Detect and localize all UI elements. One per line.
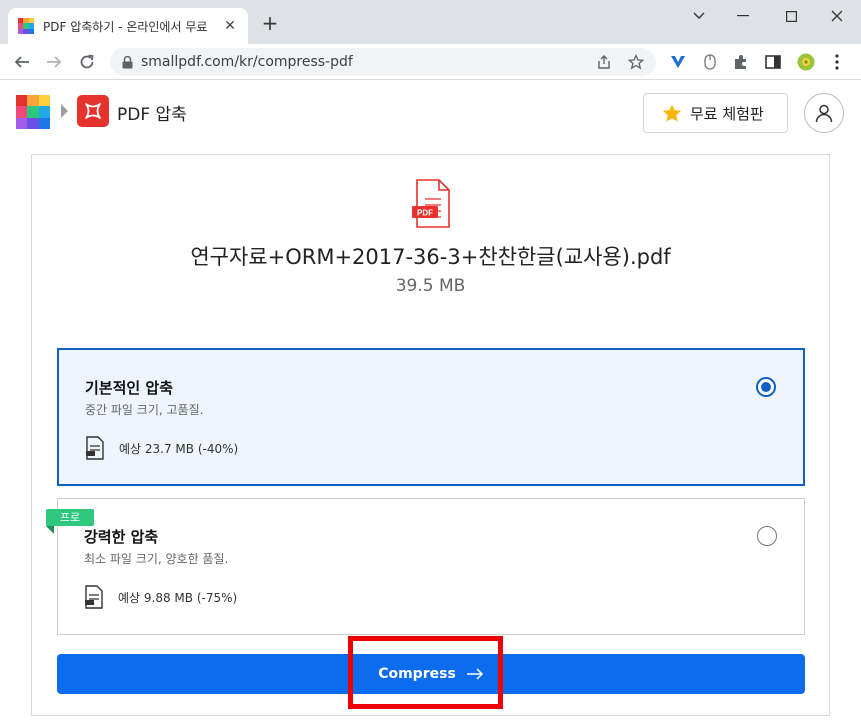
new-tab-icon[interactable]: + (258, 12, 282, 36)
page-content: PDF 압축 무료 체험판 PDF 연구자료+ORM+2017-36-3+찬찬한… (0, 81, 861, 724)
radio-button-unselected[interactable] (757, 526, 777, 546)
browser-titlebar: PDF 압축하기 - 온라인에서 무료 ✕ + (0, 0, 861, 44)
strong-compression-option[interactable]: 강력한 압축 최소 파일 크기, 양호한 품질. 예상 9.88 MB (-75… (57, 498, 805, 635)
compress-button[interactable]: Compress (57, 654, 805, 694)
option-description: 최소 파일 크기, 양호한 품질. (84, 552, 229, 566)
arrow-right-icon (466, 668, 484, 680)
share-icon[interactable] (596, 54, 612, 70)
basic-compression-option[interactable]: 기본적인 압축 중간 파일 크기, 고품질. 예상 23.7 MB (-40%) (57, 348, 805, 486)
estimate-text: 예상 23.7 MB (-40%) (119, 441, 239, 456)
minimize-icon[interactable] (721, 0, 765, 32)
breadcrumb-arrow-icon (61, 104, 68, 118)
compress-tool-icon[interactable] (77, 95, 109, 127)
extension-mouse-icon[interactable] (700, 52, 720, 72)
tab-search-icon[interactable] (677, 0, 721, 32)
profile-avatar-icon[interactable] (796, 52, 816, 72)
pdf-document-icon (85, 585, 103, 609)
pdf-document-icon (86, 436, 104, 460)
free-trial-button[interactable]: 무료 체험판 (643, 93, 788, 133)
address-bar[interactable]: smallpdf.com/kr/compress-pdf (110, 48, 656, 76)
pro-badge-fold (46, 526, 54, 534)
extensions-puzzle-icon[interactable] (731, 52, 751, 72)
tab-title: PDF 압축하기 - 온라인에서 무료 (43, 19, 208, 34)
smallpdf-favicon-icon (18, 18, 34, 34)
radio-button-selected[interactable] (756, 377, 776, 397)
user-account-icon[interactable] (804, 93, 844, 133)
estimate-text: 예상 9.88 MB (-75%) (118, 590, 238, 605)
browser-toolbar: smallpdf.com/kr/compress-pdf (0, 44, 861, 80)
option-description: 중간 파일 크기, 고품질. (85, 403, 204, 417)
free-trial-label: 무료 체험판 (690, 104, 764, 123)
option-title: 기본적인 압축 (85, 379, 174, 397)
browser-tab[interactable]: PDF 압축하기 - 온라인에서 무료 ✕ (8, 8, 248, 44)
pro-badge: 프로 (46, 509, 94, 526)
maximize-icon[interactable] (769, 0, 813, 32)
smallpdf-logo[interactable] (16, 95, 50, 129)
svg-text:PDF: PDF (417, 209, 433, 218)
forward-arrow-icon[interactable] (41, 49, 67, 75)
file-name: 연구자료+ORM+2017-36-3+찬찬한글(교사용).pdf (190, 245, 671, 269)
side-panel-icon[interactable] (763, 52, 783, 72)
url-text: smallpdf.com/kr/compress-pdf (141, 54, 353, 70)
compress-label: Compress (378, 666, 456, 682)
tab-close-icon[interactable]: ✕ (222, 18, 238, 34)
option-estimate: 예상 9.88 MB (-75%) (84, 585, 237, 609)
app-header: PDF 압축 무료 체험판 (0, 81, 861, 141)
option-title: 강력한 압축 (84, 528, 159, 546)
file-size: 39.5 MB (395, 276, 466, 296)
pdf-file-icon: PDF (411, 179, 453, 229)
star-icon (662, 104, 682, 123)
window-close-icon[interactable] (815, 0, 859, 32)
option-estimate: 예상 23.7 MB (-40%) (85, 436, 238, 460)
back-arrow-icon[interactable] (9, 49, 35, 75)
extension-v-icon[interactable] (668, 52, 688, 72)
compress-card: PDF 연구자료+ORM+2017-36-3+찬찬한글(교사용).pdf 39.… (31, 154, 830, 716)
tool-title: PDF 압축 (117, 105, 187, 125)
reload-icon[interactable] (74, 49, 100, 75)
bookmark-star-icon[interactable] (628, 54, 644, 70)
browser-menu-icon[interactable] (827, 52, 847, 72)
lock-icon[interactable] (122, 55, 133, 69)
